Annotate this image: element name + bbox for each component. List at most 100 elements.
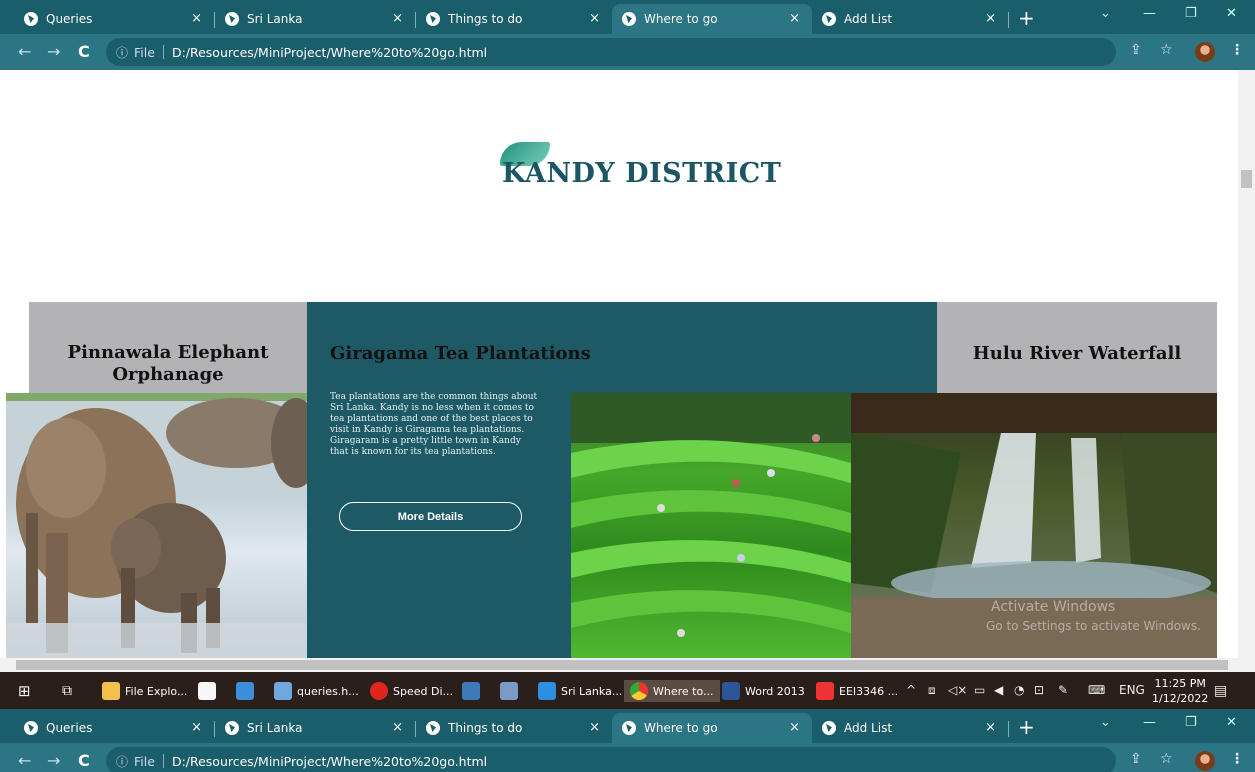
tab-things-to-do[interactable]: Things to do ×	[416, 4, 612, 34]
forward-icon[interactable]: →	[47, 751, 60, 770]
tab-search-icon[interactable]: ⌄	[1100, 715, 1111, 730]
globe-icon	[622, 721, 636, 735]
menu-kebab-icon[interactable]: ⋮	[1230, 751, 1244, 767]
info-icon: ⓘ	[116, 754, 129, 769]
volume-muted-icon[interactable]: ◁×	[948, 683, 967, 697]
new-tab-button[interactable]: +	[1018, 715, 1035, 739]
close-icon[interactable]: ×	[392, 720, 403, 735]
reload-icon[interactable]: C	[78, 42, 90, 61]
profile-avatar[interactable]	[1195, 751, 1215, 771]
page-title: KANDY DISTRICT	[502, 158, 782, 189]
word-icon	[722, 682, 740, 700]
taskbar-file-explorer[interactable]: File Explo...	[102, 680, 187, 702]
horizontal-scrollbar[interactable]	[0, 658, 1255, 672]
pen-icon[interactable]: ✎	[1058, 683, 1068, 697]
profile-avatar[interactable]	[1195, 42, 1215, 62]
close-icon[interactable]: ×	[191, 720, 202, 735]
taskbar-chrome[interactable]: Where to...	[624, 680, 720, 702]
restore-icon[interactable]: ❐	[1185, 715, 1197, 730]
taskbar-queries[interactable]: queries.h...	[274, 680, 359, 702]
window-close-icon[interactable]: ✕	[1226, 6, 1237, 21]
windows-start-icon[interactable]: ⊞	[18, 680, 31, 702]
close-icon[interactable]: ×	[789, 720, 800, 735]
clock[interactable]: 11:25 PM 1/12/2022	[1152, 676, 1208, 706]
tray-chevron-icon[interactable]: ^	[906, 683, 916, 697]
back-icon[interactable]: ←	[18, 751, 31, 770]
taskbar-vscode[interactable]: Sri Lanka...	[538, 680, 622, 702]
window-close-icon[interactable]: ✕	[1226, 715, 1237, 730]
battery-icon[interactable]: ▭	[974, 683, 985, 697]
back-icon[interactable]: ←	[18, 42, 31, 61]
close-icon[interactable]: ×	[589, 11, 600, 26]
tab-add-list[interactable]: Add List ×	[812, 4, 1008, 34]
tab-sri-lanka[interactable]: Sri Lanka ×	[215, 713, 415, 743]
share-icon[interactable]: ⇪	[1130, 751, 1142, 767]
globe-icon	[24, 721, 38, 735]
tab-queries[interactable]: Queries ×	[14, 4, 214, 34]
address-input[interactable]: ⓘ File D:/Resources/MiniProject/Where%20…	[106, 747, 1116, 772]
taskbar-word[interactable]: Word 2013	[722, 680, 805, 702]
store-icon[interactable]	[198, 680, 221, 702]
language-indicator[interactable]: ENG	[1119, 683, 1145, 697]
globe-icon	[822, 12, 836, 26]
new-tab-button[interactable]: +	[1018, 6, 1035, 30]
card-title-hulu: Hulu River Waterfall	[972, 343, 1182, 364]
folder-icon	[102, 682, 120, 700]
app-icon[interactable]	[500, 680, 523, 702]
close-icon[interactable]: ×	[789, 11, 800, 26]
tab-things-to-do[interactable]: Things to do ×	[416, 713, 612, 743]
bookmark-star-icon[interactable]: ☆	[1160, 42, 1173, 58]
close-icon[interactable]: ×	[985, 11, 996, 26]
forward-icon[interactable]: →	[47, 42, 60, 61]
waterfall-image: Activate Windows Go to Settings to activ…	[851, 393, 1217, 658]
card-title-pinnawala: Pinnawala Elephant Orphanage	[67, 342, 269, 385]
taskbar-opera[interactable]: Speed Di...	[370, 680, 453, 702]
display-icon[interactable]: ⊡	[1034, 683, 1044, 697]
elephant-illustration	[6, 398, 307, 658]
browser-chrome: Queries × Sri Lanka × Things to do × Where …	[0, 0, 1255, 70]
tab-sri-lanka[interactable]: Sri Lanka ×	[215, 4, 415, 34]
close-icon[interactable]: ×	[392, 11, 403, 26]
tray-meet-icon[interactable]: ⧈	[928, 683, 936, 698]
windows-taskbar: ⊞ ⧉ File Explo... queries.h... Speed Di.…	[0, 672, 1255, 709]
vertical-scrollbar[interactable]	[1238, 70, 1255, 658]
chrome-icon	[630, 682, 648, 700]
menu-kebab-icon[interactable]: ⋮	[1230, 42, 1244, 58]
globe-icon	[622, 12, 636, 26]
taskbar-pdf[interactable]: EEI3346 ...	[816, 680, 898, 702]
share-icon[interactable]: ⇪	[1130, 42, 1142, 58]
card-title-giragama: Giragama Tea Plantations	[330, 343, 591, 364]
url-text: D:/Resources/MiniProject/Where%20to%20go…	[171, 753, 488, 769]
keyboard-icon[interactable]: ⌨	[1088, 683, 1105, 697]
elephant-image	[6, 393, 307, 658]
tea-plantation-image	[571, 393, 851, 658]
minimize-icon[interactable]: —	[1143, 6, 1156, 21]
globe-icon	[225, 12, 239, 26]
restore-icon[interactable]: ❐	[1185, 6, 1197, 21]
task-view-icon[interactable]: ⧉	[62, 680, 72, 702]
close-icon[interactable]: ×	[985, 720, 996, 735]
tab-add-list[interactable]: Add List ×	[812, 713, 1008, 743]
globe-icon	[822, 721, 836, 735]
more-details-button[interactable]: More Details	[339, 502, 522, 531]
globe-icon	[426, 12, 440, 26]
close-icon[interactable]: ×	[589, 720, 600, 735]
close-icon[interactable]: ×	[191, 11, 202, 26]
python-icon[interactable]	[462, 680, 485, 702]
network-icon[interactable]: ◔	[1014, 683, 1024, 697]
tray-app-icon[interactable]: ◀	[994, 683, 1003, 697]
tab-where-to-go[interactable]: Where to go ×	[612, 4, 812, 34]
mail-icon[interactable]	[236, 680, 259, 702]
card-description-giragama: Tea plantations are the common things ab…	[330, 392, 538, 457]
address-bar-row: ← → C ⓘ File D:/Resources/MiniProject/Wh…	[0, 34, 1255, 70]
vscode-icon	[538, 682, 556, 700]
reload-icon[interactable]: C	[78, 751, 90, 770]
globe-icon	[426, 721, 440, 735]
bookmark-star-icon[interactable]: ☆	[1160, 751, 1173, 767]
tab-search-icon[interactable]: ⌄	[1100, 6, 1111, 21]
tab-queries[interactable]: Queries ×	[14, 713, 214, 743]
tab-where-to-go[interactable]: Where to go ×	[612, 713, 812, 743]
minimize-icon[interactable]: —	[1143, 715, 1156, 730]
address-input[interactable]: ⓘ File D:/Resources/MiniProject/Where%20…	[106, 38, 1116, 66]
notifications-icon[interactable]: ▤	[1214, 683, 1227, 699]
